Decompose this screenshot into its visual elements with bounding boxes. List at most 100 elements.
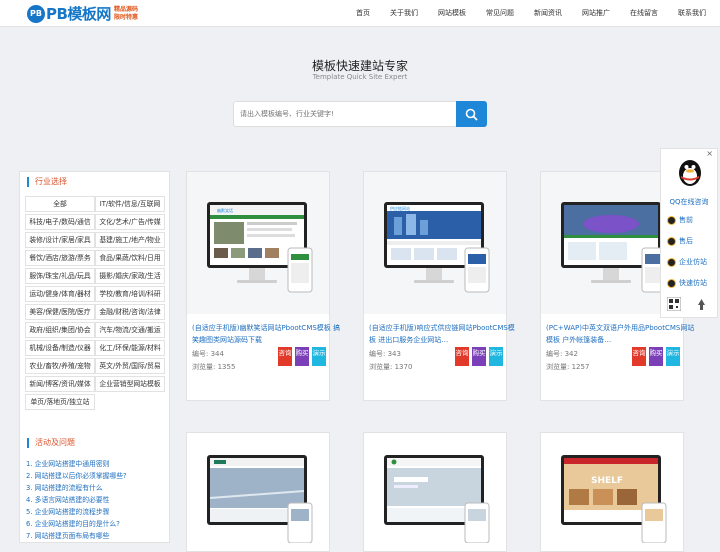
qq-online-title[interactable]: QQ在线咨询 xyxy=(661,197,717,207)
qr-code-icon[interactable] xyxy=(667,297,681,311)
template-card[interactable]: 幽默笑话 (自适应手机版)幽默笑话网站PbootCMS模板 搞笑趣图类网站源码下… xyxy=(186,171,340,401)
logo-badge: PB xyxy=(27,4,45,23)
card-views: 浏览量: 1370 xyxy=(369,362,412,372)
ask-button[interactable]: 咨询 xyxy=(455,347,469,366)
qq-presale-label: 售前 xyxy=(679,216,693,224)
monitor-illustration: SHELF xyxy=(561,455,667,544)
template-preview-image[interactable]: 供应链网站 xyxy=(364,172,506,314)
nav-promotion[interactable]: 网站推广 xyxy=(582,8,610,18)
category-item[interactable]: IT/软件/信息/互联网 xyxy=(95,196,165,212)
template-preview-image[interactable]: 幽默笑话 xyxy=(187,172,329,314)
code-label: 编号: xyxy=(192,350,209,358)
ask-button[interactable]: 咨询 xyxy=(632,347,646,366)
faq-link[interactable]: 3. 网站搭建的流程有什么 xyxy=(26,482,103,492)
buy-button[interactable]: 购买 xyxy=(295,347,309,366)
category-item[interactable]: 运动/健身/体育/器材 xyxy=(25,286,95,302)
template-card[interactable]: 供应链网站 (自适应手机版)响应式供应链网站PbootCMS模板 进出口服务企业… xyxy=(363,171,515,401)
monitor-illustration xyxy=(384,455,490,544)
nav-news[interactable]: 新闻资讯 xyxy=(534,8,562,18)
nav-message[interactable]: 在线留言 xyxy=(630,8,658,18)
hero-subtitle: Template Quick Site Expert xyxy=(312,73,408,81)
monitor-illustration: 幽默笑话 xyxy=(207,202,313,293)
faq-link[interactable]: 1. 企业网站搭建中通用密则 xyxy=(26,458,109,468)
category-item[interactable]: 装修/设计/家居/家具 xyxy=(25,232,95,248)
top-header: PB PB模板网 精品源码 限时特惠 首页 关于我们 网站模板 常见问题 新闻资… xyxy=(0,0,720,27)
category-item[interactable]: 美容/保健/医院/医疗 xyxy=(25,304,95,320)
category-item[interactable]: 政府/组织/集团/协会 xyxy=(25,322,95,338)
category-item[interactable]: 基建/施工/地产/物业 xyxy=(95,232,165,248)
hero-title: 模板快速建站专家 xyxy=(311,59,408,73)
views-label: 浏览量: xyxy=(192,363,216,371)
views-label: 浏览量: xyxy=(546,363,570,371)
preview-logo: 供应链网站 xyxy=(390,205,410,211)
sidebar: 行业选择 全部 IT/软件/信息/互联网 科技/电子/数码/通信 文化/艺术/广… xyxy=(19,171,170,543)
qq-quick-clone-link[interactable]: 快速仿站 xyxy=(667,278,707,288)
faq-link[interactable]: 5. 企业网站搭建的流程步骤 xyxy=(26,506,109,516)
category-item[interactable]: 餐饮/酒店/旅游/票务 xyxy=(25,250,95,266)
code-value: 343 xyxy=(387,350,401,358)
category-item[interactable]: 汽车/物流/交通/搬运 xyxy=(95,322,165,338)
template-card[interactable]: SHELF xyxy=(540,432,684,552)
qq-quick-clone-label: 快速仿站 xyxy=(679,279,707,287)
nav-about[interactable]: 关于我们 xyxy=(390,8,418,18)
buy-button[interactable]: 购买 xyxy=(472,347,486,366)
category-item[interactable]: 食品/果蔬/饮料/日用 xyxy=(95,250,165,266)
search-box xyxy=(233,101,487,127)
card-title[interactable]: (自适应手机版)幽默笑话网站PbootCMS模板 搞笑趣图类网站源码下载 xyxy=(192,322,344,346)
monitor-illustration: 供应链网站 xyxy=(384,202,490,293)
code-value: 342 xyxy=(564,350,578,358)
qq-clone-site-link[interactable]: 企业仿站 xyxy=(667,257,707,267)
qq-aftersale-label: 售后 xyxy=(679,237,693,245)
card-code: 编号: 342 xyxy=(546,349,578,359)
category-item[interactable]: 科技/电子/数码/通信 xyxy=(25,214,95,230)
card-title[interactable]: (PC+WAP)中英文双语户外用品PbootCMS网站模板 户外帐篷装备… xyxy=(546,322,698,346)
template-card[interactable] xyxy=(363,432,507,552)
qq-icon xyxy=(667,236,676,246)
preview-logo: 幽默笑话 xyxy=(217,207,233,213)
faq-link[interactable]: 2. 网站搭建以后你必须掌握哪些? xyxy=(26,470,127,480)
search-button[interactable] xyxy=(456,101,487,127)
nav-home[interactable]: 首页 xyxy=(356,8,370,18)
category-item[interactable]: 文化/艺术/广告/传媒 xyxy=(95,214,165,230)
nav-faq[interactable]: 常见问题 xyxy=(486,8,514,18)
faq-link[interactable]: 7. 网站搭建页面布局有哪些 xyxy=(26,530,109,540)
demo-button[interactable]: 演示 xyxy=(489,347,503,366)
category-item[interactable]: 农业/畜牧/养殖/宠物 xyxy=(25,358,95,374)
qq-float-panel: × QQ在线咨询 售前 售后 企业仿站 快速仿站 xyxy=(660,148,718,318)
category-all[interactable]: 全部 xyxy=(25,196,95,212)
qq-icon xyxy=(667,278,676,288)
logo-tag-2: 限时特惠 xyxy=(113,13,138,21)
faq-link[interactable]: 6. 企业网站搭建的目的是什么? xyxy=(26,518,120,528)
main-nav: 首页 关于我们 网站模板 常见问题 新闻资讯 网站推广 在线留言 联系我们 xyxy=(336,8,706,18)
search-input[interactable] xyxy=(240,110,455,118)
card-code: 编号: 344 xyxy=(192,349,224,359)
card-views: 浏览量: 1257 xyxy=(546,362,589,372)
buy-button[interactable]: 购买 xyxy=(649,347,663,366)
site-logo[interactable]: PB PB模板网 精品源码 限时特惠 xyxy=(27,3,138,24)
nav-contact[interactable]: 联系我们 xyxy=(678,8,706,18)
card-title[interactable]: (自适应手机版)响应式供应链网站PbootCMS模板 进出口服务企业网站… xyxy=(369,322,521,346)
back-to-top-icon[interactable] xyxy=(695,298,708,312)
category-item[interactable]: 学校/教育/培训/科研 xyxy=(95,286,165,302)
demo-button[interactable]: 演示 xyxy=(312,347,326,366)
category-item[interactable]: 单页/落地页/独立站 xyxy=(25,394,95,410)
qq-presale-link[interactable]: 售前 xyxy=(667,215,693,225)
category-item[interactable]: 化工/环保/能源/材料 xyxy=(95,340,165,356)
category-item[interactable]: 新闻/博客/资讯/媒体 xyxy=(25,376,95,392)
template-card[interactable] xyxy=(186,432,330,552)
faq-link[interactable]: 4. 多语言网站搭建的必要性 xyxy=(26,494,109,504)
category-item[interactable]: 机械/设备/制造/仪器 xyxy=(25,340,95,356)
category-item[interactable]: 英文/外贸/国际/贸易 xyxy=(95,358,165,374)
category-item[interactable]: 服饰/珠宝/礼品/玩具 xyxy=(25,268,95,284)
category-item[interactable]: 金融/财税/咨询/法律 xyxy=(95,304,165,320)
category-item[interactable]: 企业营销型网站模板 xyxy=(95,376,165,392)
qq-aftersale-link[interactable]: 售后 xyxy=(667,236,693,246)
code-value: 344 xyxy=(210,350,224,358)
logo-tag-1: 精品源码 xyxy=(113,5,138,13)
demo-button[interactable]: 演示 xyxy=(666,347,680,366)
industry-title: 行业选择 xyxy=(27,177,67,187)
ask-button[interactable]: 咨询 xyxy=(278,347,292,366)
close-icon[interactable]: × xyxy=(706,149,713,158)
category-item[interactable]: 摄影/婚庆/家政/生活 xyxy=(95,268,165,284)
nav-templates[interactable]: 网站模板 xyxy=(438,8,466,18)
